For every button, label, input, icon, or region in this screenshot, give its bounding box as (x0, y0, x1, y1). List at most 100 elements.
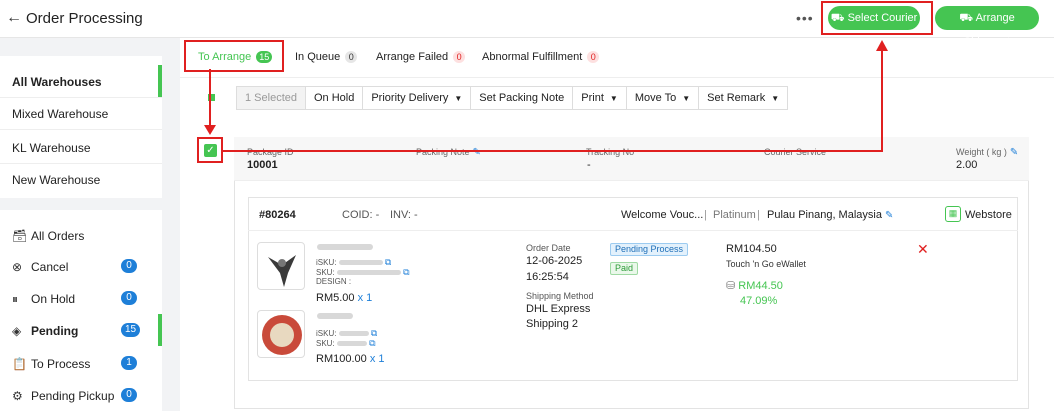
sku-text: SKU: (316, 339, 335, 348)
caret-down-icon: ▼ (771, 94, 780, 103)
product-image (257, 242, 305, 290)
invoice: INV: - (390, 209, 418, 221)
separator: | (757, 209, 760, 221)
redacted (338, 260, 383, 265)
divider (0, 97, 162, 98)
courier-service-label: Courier Service (764, 147, 827, 157)
order-date: 12-06-2025 (526, 255, 583, 267)
order-number[interactable]: #80264 (259, 209, 296, 221)
move-to-dropdown[interactable]: Move To ▼ (626, 87, 700, 109)
design-label: DESIGN : (316, 277, 352, 286)
remove-icon[interactable]: ✕ (917, 241, 929, 258)
layers-icon: ◈ (12, 324, 22, 338)
divider (0, 129, 162, 130)
tab-count-badge: 0 (587, 51, 600, 63)
copy-icon[interactable]: ⧉ (385, 257, 391, 267)
tab-arrange-failed[interactable]: Arrange Failed 0 (376, 51, 466, 63)
nav-cancel[interactable]: Cancel (31, 260, 68, 274)
warehouse-mixed[interactable]: Mixed Warehouse (12, 107, 108, 121)
print-dropdown[interactable]: Print ▼ (573, 87, 627, 109)
tab-label: Abnormal Fulfillment (482, 51, 583, 63)
tab-abnormal-fulfillment[interactable]: Abnormal Fulfillment 0 (482, 51, 600, 63)
tab-divider (180, 77, 1054, 78)
shipping-method-label: Shipping Method (526, 291, 594, 301)
edit-pencil-icon[interactable]: ✎ (1010, 147, 1018, 158)
set-remark-dropdown[interactable]: Set Remark ▼ (699, 87, 788, 109)
sku-label: SKU: ⧉ (316, 338, 376, 349)
edit-pencil-icon[interactable]: ✎ (473, 147, 481, 158)
pending-active-indicator (158, 314, 162, 346)
arrow-line (209, 69, 211, 133)
order-total: RM104.50 (726, 243, 777, 255)
pending-count-badge: 15 (121, 323, 141, 337)
shipping-method: DHL Express (526, 303, 591, 315)
shipping-method-2: Shipping 2 (526, 318, 578, 330)
dropdown-label: Set Remark (707, 92, 766, 104)
on-hold-count-badge: 0 (121, 291, 137, 305)
caret-down-icon: ▼ (454, 94, 463, 103)
divider (0, 163, 162, 164)
packing-note-text: Packing Note (416, 147, 470, 157)
redacted (336, 270, 401, 275)
weight-value: 2.00 (956, 159, 978, 171)
tab-label: Arrange Failed (376, 51, 449, 63)
nav-on-hold[interactable]: On Hold (31, 292, 75, 306)
sku-text: SKU: (316, 268, 335, 277)
product-2-graphic (262, 315, 302, 355)
copy-icon[interactable]: ⧉ (371, 328, 377, 338)
nav-to-process[interactable]: To Process (31, 357, 90, 371)
archive-icon: 🗃 (12, 229, 28, 243)
status-badge: Pending Process (610, 243, 689, 256)
profit-value: RM44.50 (738, 280, 783, 292)
select-courier-highlight (821, 1, 933, 35)
edit-pencil-icon[interactable]: ✎ (885, 210, 893, 221)
selected-count: 1 Selected (237, 87, 306, 109)
membership-tier: Platinum (713, 209, 756, 221)
cancel-icon: ⊗ (12, 260, 23, 274)
priority-delivery-dropdown[interactable]: Priority Delivery ▼ (363, 87, 472, 109)
paid-badge: Paid (610, 262, 639, 275)
item-price: RM100.00 x 1 (316, 353, 385, 365)
isku-text: iSKU: (316, 258, 337, 267)
copy-icon[interactable]: ⧉ (369, 338, 375, 348)
order-date-label: Order Date (526, 243, 571, 253)
database-icon: ⛁ (726, 280, 736, 292)
to-process-count-badge: 1 (121, 356, 137, 370)
bulk-action-toolbar: 1 Selected On Hold Priority Delivery ▼ Se… (236, 86, 789, 110)
arrange-shipment-button[interactable]: ⛟ Arrange Shipment (935, 6, 1039, 48)
tab-label: In Queue (295, 51, 341, 63)
profit: ⛁ RM44.50 (726, 279, 783, 292)
separator: | (704, 209, 707, 221)
nav-all-orders[interactable]: All Orders (31, 229, 84, 243)
packing-note-label: Packing Note ✎ (416, 147, 481, 158)
weight-label: Weight ( kg ) ✎ (956, 147, 1018, 158)
warehouse-all[interactable]: All Warehouses (12, 75, 102, 89)
store-name: Webstore (965, 209, 1012, 221)
on-hold-button[interactable]: On Hold (305, 87, 364, 109)
redacted (338, 331, 369, 336)
profit-margin: 47.09% (740, 295, 778, 307)
tab-in-queue[interactable]: In Queue 0 (295, 51, 358, 63)
order-time: 16:25:54 (526, 271, 569, 283)
to-arrange-highlight (184, 40, 284, 72)
caret-down-icon: ▼ (682, 94, 691, 103)
tracking-no-label: Tracking No (586, 147, 635, 157)
warehouse-kl[interactable]: KL Warehouse (12, 141, 91, 155)
more-options-icon[interactable]: ••• (796, 10, 814, 26)
copy-icon[interactable]: ⧉ (403, 267, 409, 277)
location-text: Pulau Pinang, Malaysia (767, 209, 882, 221)
arrow-down-icon (204, 125, 216, 135)
nav-pending[interactable]: Pending (31, 324, 78, 338)
back-arrow-icon[interactable]: ← (6, 9, 22, 27)
nav-pending-pickup[interactable]: Pending Pickup (31, 389, 114, 403)
package-id-label: Package ID (247, 147, 294, 157)
pause-icon: ⏸ (12, 292, 19, 306)
warehouse-new[interactable]: New Warehouse (12, 173, 100, 187)
set-packing-note-button[interactable]: Set Packing Note (471, 87, 574, 109)
arrow-line (222, 150, 883, 152)
warehouse-active-indicator (158, 65, 162, 97)
package-id: 10001 (247, 159, 278, 171)
product-image (257, 310, 305, 358)
tab-count-badge: 0 (453, 51, 466, 63)
dropdown-label: Priority Delivery (371, 92, 449, 104)
